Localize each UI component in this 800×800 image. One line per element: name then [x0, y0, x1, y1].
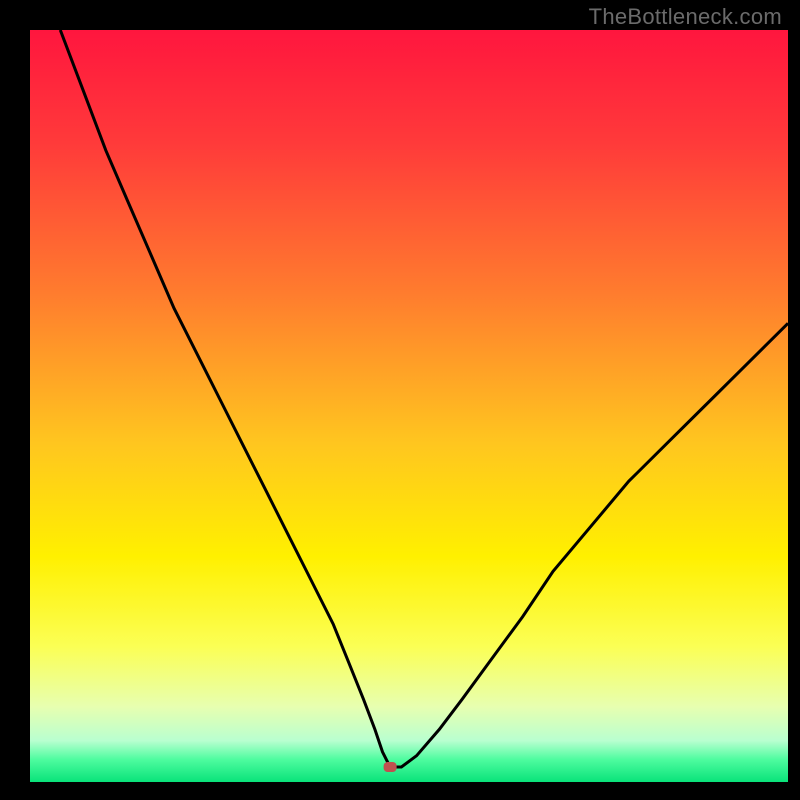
watermark-text: TheBottleneck.com [589, 4, 782, 30]
chart-frame: { "watermark": "TheBottleneck.com", "cha… [0, 0, 800, 800]
bottleneck-chart [0, 0, 800, 800]
